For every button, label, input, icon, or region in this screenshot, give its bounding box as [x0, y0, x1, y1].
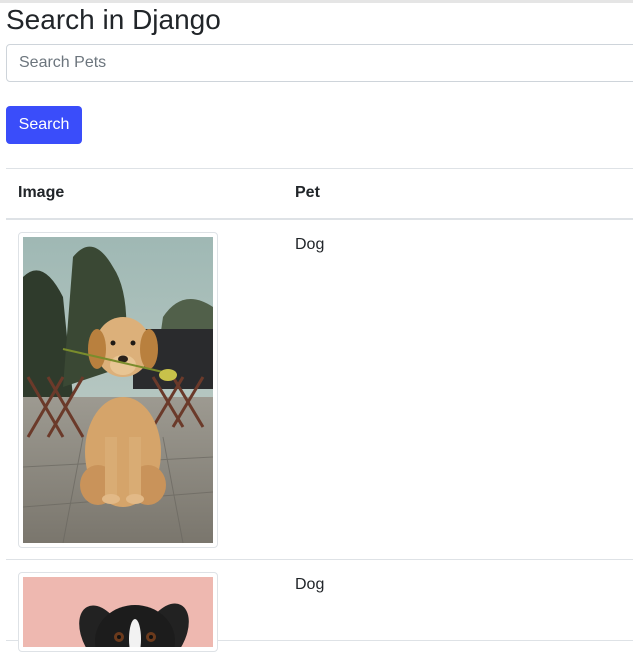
pet-name: Dog [295, 576, 325, 593]
pet-image [18, 232, 218, 548]
table-row: Dog [6, 220, 633, 560]
pet-name: Dog [295, 236, 325, 253]
pet-image [18, 572, 218, 652]
pets-table: Image Pet Dog Dog [6, 168, 633, 652]
golden-retriever-photo [23, 237, 213, 543]
column-header-image: Image [18, 184, 65, 201]
column-header-pet: Pet [295, 184, 320, 201]
black-white-dog-photo [23, 577, 213, 647]
table-header-row: Image Pet [6, 168, 633, 220]
table-row: Dog [6, 560, 633, 652]
search-input[interactable] [6, 44, 633, 82]
page-title: Search in Django [6, 4, 221, 35]
search-button[interactable]: Search [6, 106, 82, 144]
